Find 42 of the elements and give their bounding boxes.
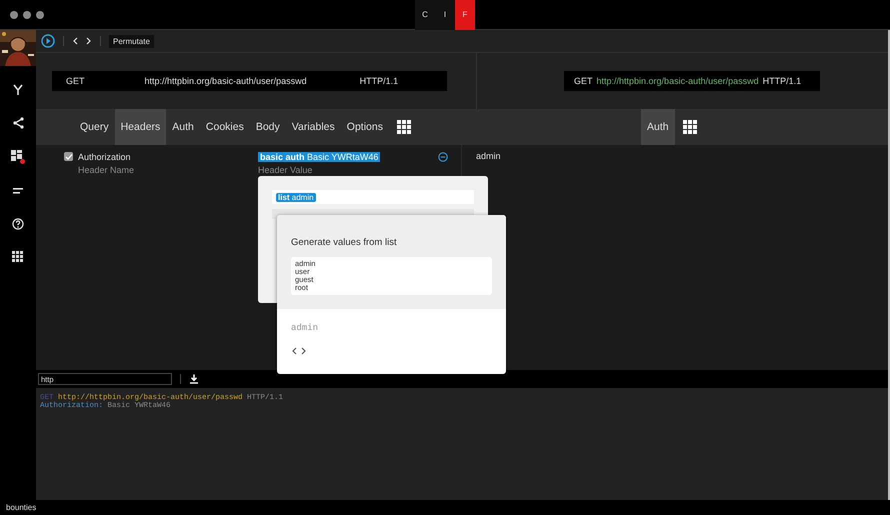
tab[interactable]: Auth (641, 109, 675, 145)
header-name[interactable]: Authorization (78, 152, 258, 162)
token-field[interactable]: list admin (272, 190, 474, 204)
method-text: GET (66, 76, 85, 86)
popup-title: Generate values from list (291, 237, 398, 248)
fork-icon[interactable] (12, 84, 24, 96)
download-icon[interactable] (189, 374, 199, 384)
play-icon[interactable] (41, 34, 55, 48)
remove-icon[interactable] (438, 152, 448, 162)
dashboard-icon[interactable] (11, 150, 25, 164)
protocol-text: HTTP/1.1 (360, 76, 398, 86)
mode-select[interactable]: Permutate (109, 34, 154, 48)
value-token[interactable]: basic auth Basic YWRtaW46 (258, 152, 380, 162)
window-tab[interactable]: F (455, 0, 475, 30)
tab[interactable]: Auth (166, 109, 200, 145)
tab[interactable]: Body (250, 109, 286, 145)
protocol-text: HTTP/1.1 (762, 76, 802, 86)
url-text: http://httpbin.org/basic-auth/user/passwd (144, 76, 307, 86)
url-bar[interactable]: GET http://httpbin.org/basic-auth/user/passwd HTTP/1.1 (52, 71, 447, 91)
apps-icon[interactable] (682, 120, 697, 134)
share-icon[interactable] (12, 117, 24, 129)
preview-value: admin (291, 323, 320, 333)
window-tab[interactable]: C (415, 0, 435, 30)
method-text: GET (574, 76, 593, 86)
checkbox[interactable] (64, 152, 73, 161)
url-text: http://httpbin.org/basic-auth/user/passwd (596, 76, 759, 86)
apps-icon[interactable] (396, 120, 411, 134)
tab[interactable]: Variables (286, 109, 341, 145)
header-value-field[interactable]: Header Value (258, 164, 312, 174)
header-name-field[interactable]: Header Name (78, 164, 258, 174)
help-icon[interactable] (12, 218, 24, 230)
apps-icon[interactable] (12, 251, 24, 263)
tab[interactable]: Options (340, 109, 389, 145)
header-preview-value: admin (476, 151, 502, 161)
list-token: list admin (276, 192, 316, 202)
chevron-right-icon[interactable] (301, 347, 307, 355)
tab[interactable]: Cookies (200, 109, 250, 145)
chevron-left-icon[interactable] (291, 347, 297, 355)
status-text: bounties (6, 503, 36, 512)
window-tab[interactable]: I (435, 0, 455, 30)
tab[interactable]: Headers (114, 109, 166, 145)
tab[interactable]: Query (74, 109, 115, 145)
